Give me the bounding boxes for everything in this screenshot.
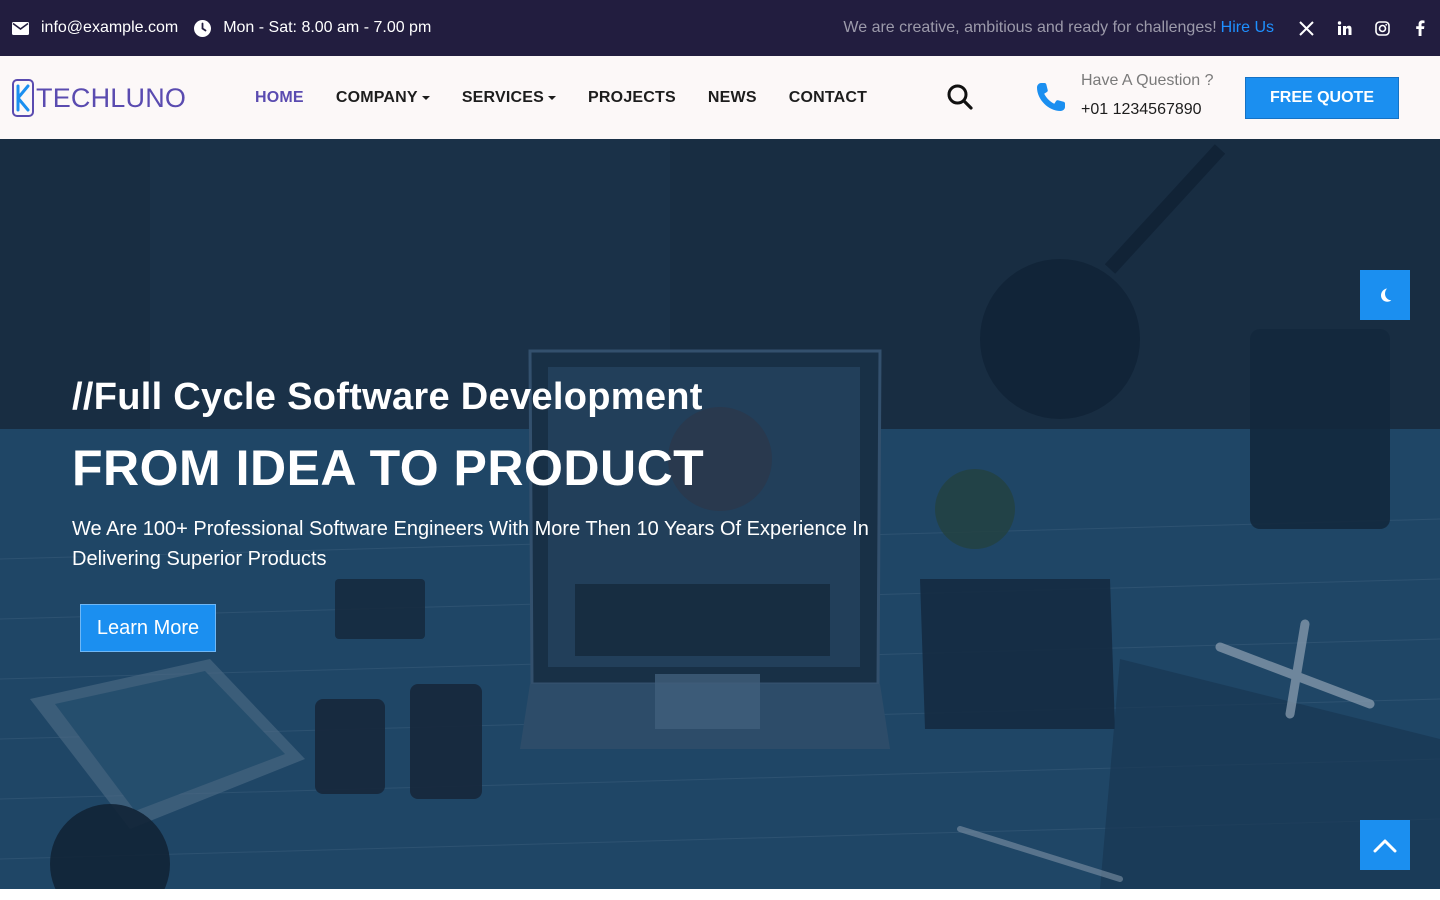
nav-contact-label: CONTACT — [788, 88, 868, 106]
learn-more-button[interactable]: Learn More — [80, 604, 216, 652]
nav-services[interactable]: SERVICES — [461, 88, 557, 107]
linkedin-icon[interactable] — [1336, 19, 1352, 37]
tagline: We are creative, ambitious and ready for… — [843, 19, 1274, 37]
logo-mark-icon — [12, 79, 34, 117]
social-links — [1298, 19, 1428, 37]
search-button[interactable] — [946, 83, 974, 111]
logo-text: TECHLUNO — [36, 82, 187, 113]
hero-title: FROM IDEA TO PRODUCT — [72, 440, 705, 496]
instagram-icon[interactable] — [1374, 19, 1390, 37]
nav-home-label: HOME — [255, 88, 304, 106]
nav-contact[interactable]: CONTACT — [789, 89, 867, 107]
main-navigation: HOME COMPANY SERVICES PROJECTS NEWS CONT… — [255, 56, 899, 139]
envelope-icon — [12, 21, 29, 35]
nav-projects-label: PROJECTS — [588, 88, 676, 106]
nav-news[interactable]: NEWS — [708, 89, 757, 107]
nav-company[interactable]: COMPANY — [336, 89, 430, 107]
business-hours: Mon - Sat: 8.00 am - 7.00 pm — [194, 19, 431, 37]
top-info-bar: info@example.com Mon - Sat: 8.00 am - 7.… — [0, 0, 1440, 56]
chevron-up-icon — [1373, 839, 1397, 853]
hire-us-link[interactable]: Hire Us — [1221, 19, 1274, 37]
search-icon — [947, 84, 973, 110]
nav-news-label: NEWS — [707, 88, 757, 106]
facebook-icon[interactable] — [1412, 19, 1428, 37]
caret-down-icon — [548, 95, 557, 100]
free-quote-button[interactable]: FREE QUOTE — [1245, 77, 1399, 119]
question-label: Have A Question ? — [1081, 72, 1214, 89]
main-header: TECHLUNO HOME COMPANY SERVICES PROJECTS … — [0, 56, 1440, 139]
phone-icon — [1037, 83, 1065, 111]
hero-description: We Are 100+ Professional Software Engine… — [72, 518, 869, 570]
nav-services-label: SERVICES — [461, 88, 545, 106]
x-icon[interactable] — [1298, 19, 1314, 37]
clock-icon — [194, 19, 212, 37]
scroll-to-top-button[interactable] — [1360, 820, 1410, 870]
nav-home[interactable]: HOME — [255, 89, 304, 107]
hero-section: //Full Cycle Software Development FROM I… — [0, 139, 1440, 889]
email-text: info@example.com — [41, 19, 179, 36]
tagline-text: We are creative, ambitious and ready for… — [843, 19, 1217, 36]
nav-projects[interactable]: PROJECTS — [588, 89, 676, 107]
contact-email[interactable]: info@example.com — [12, 19, 178, 37]
hours-text: Mon - Sat: 8.00 am - 7.00 pm — [223, 19, 432, 36]
page-bottom-edge — [0, 889, 1440, 900]
moon-icon — [1381, 288, 1392, 302]
caret-down-icon — [421, 95, 430, 100]
site-logo[interactable]: TECHLUNO — [12, 78, 186, 118]
hero-subtitle: //Full Cycle Software Development — [72, 376, 703, 418]
dark-mode-toggle[interactable] — [1360, 270, 1410, 320]
phone-number[interactable]: +01 1234567890 — [1081, 101, 1202, 119]
nav-company-label: COMPANY — [335, 88, 418, 106]
